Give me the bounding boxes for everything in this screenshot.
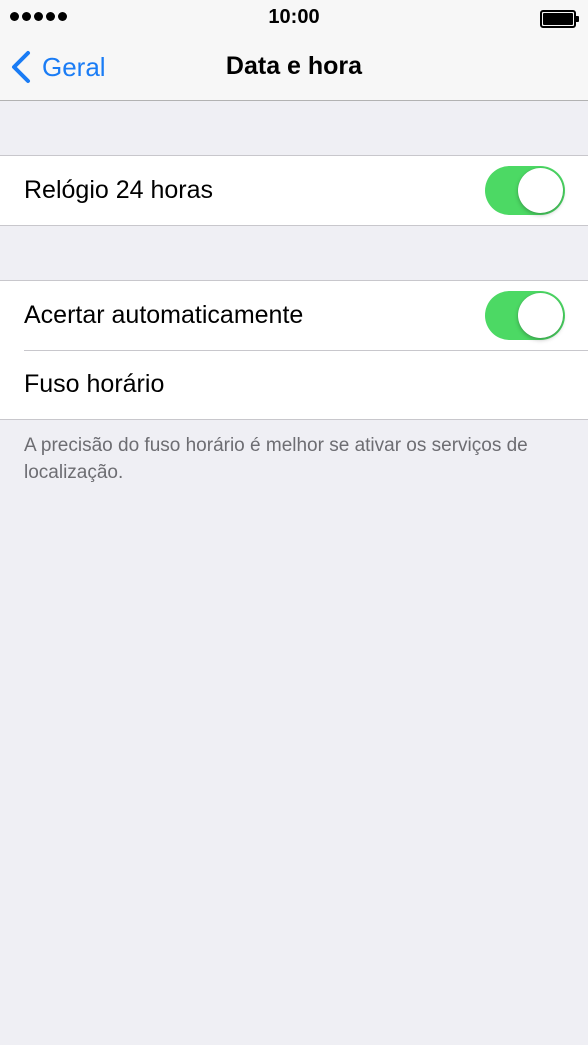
navigation-bar: Geral Data e hora [0, 34, 588, 101]
setting-label-time-zone: Fuso horário [24, 370, 165, 398]
back-button[interactable]: Geral [10, 50, 106, 84]
toggle-set-automatically[interactable] [485, 291, 565, 340]
footer-note: A precisão do fuso horário é melhor se a… [24, 435, 528, 483]
setting-label-24h-clock: Relógio 24 horas [24, 176, 214, 204]
status-time: 10:00 [268, 6, 320, 28]
setting-row-time-zone[interactable]: Fuso horário [0, 350, 588, 419]
setting-label-set-automatically: Acertar automaticamente [24, 301, 304, 329]
back-button-label: Geral [42, 51, 106, 82]
clock-settings-group: Relógio 24 horas [0, 155, 588, 226]
battery-icon [540, 10, 579, 28]
time-settings-group: Acertar automaticamente Fuso horário [0, 280, 588, 420]
setting-row-24h-clock: Relógio 24 horas [0, 156, 588, 225]
status-bar: 10:00 [0, 0, 588, 34]
chevron-left-icon [12, 51, 30, 83]
setting-row-set-automatically: Acertar automaticamente [0, 281, 588, 350]
toggle-24h-clock[interactable] [485, 166, 565, 215]
